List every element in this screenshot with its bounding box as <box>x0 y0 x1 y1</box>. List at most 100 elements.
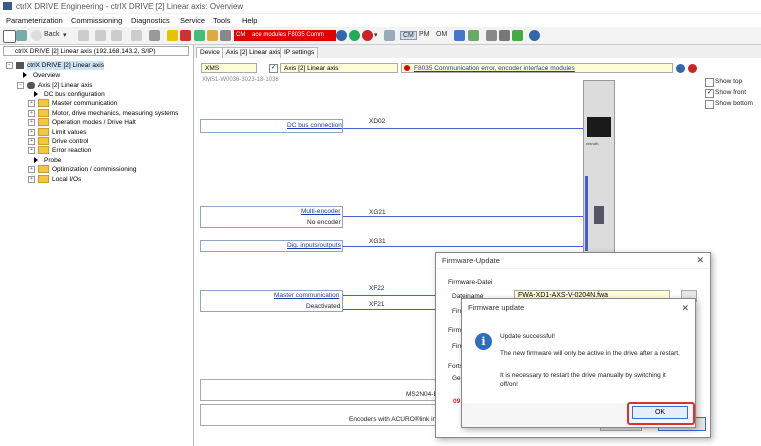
mode-om-button[interactable]: OM <box>436 31 447 38</box>
dig-io-line <box>343 246 583 247</box>
menu-service[interactable]: Service <box>180 16 205 25</box>
tree-item[interactable]: + Drive control <box>28 137 88 146</box>
tab-device[interactable]: Device <box>196 47 224 58</box>
collapse-icon[interactable]: − <box>17 81 24 89</box>
menu-parameterization[interactable]: Parameterization <box>6 16 63 25</box>
xf22-label: XF22 <box>369 285 385 292</box>
tree-item[interactable]: DC bus configuration <box>28 90 105 99</box>
navigation-pane: ctrlX DRIVE [2] Linear axis (192.168.143… <box>0 45 194 446</box>
print-icon[interactable] <box>131 30 142 41</box>
tree-item[interactable]: + Limit values <box>28 128 86 137</box>
tree-item-label: Motor, drive mechanics, measuring system… <box>52 110 179 117</box>
cable-icon[interactable] <box>486 30 497 41</box>
mode-pm-button[interactable]: PM <box>419 31 430 38</box>
forward-icon[interactable] <box>95 30 106 41</box>
device-selector[interactable]: ctrlX DRIVE [2] Linear axis (192.168.143… <box>3 46 189 56</box>
tree-item-label: Limit values <box>52 129 87 136</box>
tree-item-label: Master communication <box>52 100 118 107</box>
show-top-checkbox[interactable] <box>705 78 714 87</box>
star-icon[interactable] <box>167 30 178 41</box>
tree-item[interactable]: + Error reaction <box>28 146 91 155</box>
document-icon[interactable] <box>499 30 510 41</box>
tab-axis[interactable]: Axis [2] Linear axis <box>222 47 285 58</box>
tree-item[interactable]: − Axis [2] Linear axis <box>17 81 93 90</box>
deactivated-text: Deactivated <box>306 303 341 310</box>
error-badge-message[interactable]: ace modules F8035 Comm <box>250 30 336 41</box>
expand-icon[interactable]: + <box>28 175 35 183</box>
globe-icon[interactable] <box>336 30 347 41</box>
expand-icon[interactable]: + <box>28 109 35 117</box>
dig-io-link[interactable]: Dig. inputs/outputs <box>287 242 341 249</box>
grid-icon[interactable] <box>454 30 465 41</box>
show-bottom-checkbox[interactable] <box>705 100 714 109</box>
refresh-axis-icon[interactable] <box>676 64 685 73</box>
device-brand: rexroth <box>586 141 599 146</box>
expand-icon[interactable]: + <box>28 137 35 145</box>
tree-item[interactable]: + Motor, drive mechanics, measuring syste… <box>28 109 178 118</box>
folder-icon <box>38 118 49 127</box>
axis-checkbox[interactable]: ✓ <box>269 64 278 73</box>
error-field-text[interactable]: F8035 Communication error, encoder inter… <box>414 65 575 72</box>
home-icon[interactable] <box>16 30 27 41</box>
device-type-field: XMS <box>201 63 257 73</box>
folder-icon <box>38 146 49 155</box>
expand-icon[interactable]: + <box>28 165 35 173</box>
error-field[interactable]: F8035 Communication error, encoder inter… <box>401 63 673 73</box>
mode-cm-button[interactable]: CM <box>400 31 417 40</box>
dc-bus-link[interactable]: DC bus connection <box>287 122 342 129</box>
show-front-label: Show front <box>715 89 747 96</box>
show-top-label: Show top <box>715 78 743 85</box>
refresh-icon[interactable] <box>111 30 122 41</box>
drive-device-image[interactable]: rexroth <box>583 80 615 257</box>
close-icon[interactable]: ✕ <box>696 255 704 266</box>
list-icon[interactable] <box>220 30 231 41</box>
menu-diagnostics[interactable]: Diagnostics <box>131 16 170 25</box>
tree-item[interactable]: + Operation modes / Drive Halt <box>28 118 136 127</box>
chevron-down-icon[interactable]: ▾ <box>63 31 67 39</box>
device-icon[interactable] <box>384 30 395 41</box>
expand-icon[interactable]: + <box>28 128 35 136</box>
xg31-label: XG31 <box>369 238 386 245</box>
manual-restart-note: It is necessary to restart the drive man… <box>500 372 666 388</box>
menu-commissioning[interactable]: Commissioning <box>71 16 122 25</box>
show-front-checkbox[interactable]: ✓ <box>705 89 714 98</box>
tree-item[interactable]: Probe <box>28 156 61 165</box>
menu-tools[interactable]: Tools <box>213 16 231 25</box>
encoder-line <box>343 216 583 217</box>
menu-help[interactable]: Help <box>242 16 257 25</box>
tree-item[interactable]: + Local I/Os <box>28 175 81 184</box>
window-icon[interactable] <box>194 30 205 41</box>
tree-item[interactable]: + Optimization / commissioning <box>28 165 137 174</box>
ok-button[interactable]: OK <box>632 406 688 419</box>
status-number: 09 <box>453 398 461 405</box>
cut-icon[interactable] <box>78 30 89 41</box>
tree-item[interactable]: Overview <box>17 71 60 80</box>
clear-error-icon[interactable] <box>688 64 697 73</box>
help-icon[interactable] <box>529 30 540 41</box>
tools-icon[interactable] <box>180 30 191 41</box>
tree-item[interactable]: − ctrlX DRIVE [2] Linear axis <box>6 61 104 70</box>
network-icon[interactable] <box>349 30 360 41</box>
search-icon[interactable] <box>207 30 218 41</box>
save-icon[interactable] <box>512 30 523 41</box>
chart-icon[interactable] <box>468 30 479 41</box>
back-button[interactable]: Back <box>44 31 60 38</box>
chevron-down-icon-2[interactable]: ▾ <box>374 31 378 39</box>
close-icon-2[interactable]: ✕ <box>681 303 689 314</box>
settings-icon[interactable] <box>149 30 160 41</box>
arrow-icon <box>34 91 38 98</box>
expand-icon[interactable]: + <box>28 146 35 154</box>
encoders-text: Encoders with ACURO®link int <box>349 416 438 423</box>
new-icon[interactable] <box>3 30 16 43</box>
stop-icon[interactable] <box>362 30 373 41</box>
collapse-icon[interactable]: − <box>6 61 13 69</box>
multi-encoder-link[interactable]: Multi-encoder <box>301 208 340 215</box>
tree-item[interactable]: + Master communication <box>28 99 117 108</box>
firmware-update-title: Firmware-Update <box>442 256 500 265</box>
expand-icon[interactable]: + <box>28 118 35 126</box>
tab-ip-settings[interactable]: IP settings <box>280 47 319 58</box>
expand-icon[interactable]: + <box>28 99 35 107</box>
master-comm-link[interactable]: Master communication <box>274 292 339 299</box>
back-arrow-icon[interactable] <box>31 30 42 41</box>
error-badge-cm[interactable]: CM <box>234 30 251 41</box>
